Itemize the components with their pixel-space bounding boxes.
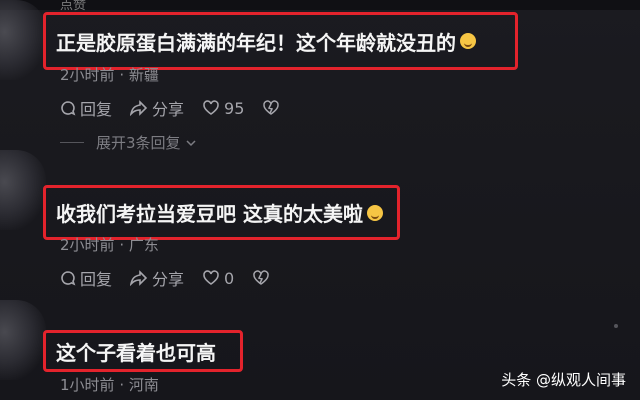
comment-1-actions: 回复 分享 95 [60,96,302,120]
comment-1-location: 新疆 [128,66,159,84]
comment-3-meta: 1小时前 · 河南 [60,376,159,394]
reply-icon [61,271,76,286]
avatar[interactable] [0,150,46,230]
like-count: 95 [224,98,245,118]
watermark: 头条 @纵观人间事 [501,371,626,389]
comment-2-text: 收我们考拉当爱豆吧 这真的太美啦 [56,202,363,226]
smile-icon [366,204,383,221]
comment-2-meta: 2小时前 · 广东 [60,236,159,254]
comment-2-location: 广东 [128,236,159,254]
heart-icon [203,100,219,115]
comment-3-text: 这个子看着也可高 [56,340,216,365]
divider [60,142,84,143]
dislike-button[interactable] [262,100,284,116]
scroll-indicator-dot [614,324,618,328]
comment-1-meta: 2小时前 · 新疆 [60,66,159,84]
avatar[interactable] [0,300,46,380]
comment-2-actions: 回复 分享 0 [60,266,292,290]
chevron-down-icon [186,139,196,146]
like-button[interactable]: 0 [202,269,234,288]
share-label: 分享 [152,100,185,119]
share-label: 分享 [152,270,185,289]
share-icon [130,270,148,286]
reply-label: 回复 [80,100,113,119]
dislike-button[interactable] [252,270,274,286]
expand-replies-label: 展开3条回复 [96,134,181,152]
comment-3-text-box: 这个子看着也可高 [43,330,243,372]
share-button[interactable]: 分享 [130,96,184,120]
reply-button[interactable]: 回复 [60,266,112,290]
avatar[interactable] [0,0,46,80]
comment-3-time: 1小时前 [60,376,115,394]
comment-2-text-box: 收我们考拉当爱豆吧 这真的太美啦 [43,185,400,240]
heart-icon [203,270,219,285]
top-partial-row: 点赞 [0,0,640,13]
comment-1-time: 2小时前 [60,66,115,84]
like-button[interactable]: 95 [202,99,244,118]
broken-heart-icon [253,270,269,285]
reply-button[interactable]: 回复 [60,96,112,120]
share-button[interactable]: 分享 [130,266,184,290]
comment-3-location: 河南 [128,376,159,394]
reply-icon [61,101,76,116]
laughing-tears-icon [460,33,476,49]
broken-heart-icon [263,100,280,115]
expand-replies-button[interactable]: 展开3条回复 [60,132,197,153]
like-count: 0 [224,268,235,288]
comment-2-time: 2小时前 [60,236,115,254]
comment-1-text: 正是胶原蛋白满满的年纪！这个年龄就没丑的 [56,30,456,55]
comment-1-text-box: 正是胶原蛋白满满的年纪！这个年龄就没丑的 [43,12,518,70]
share-icon [130,100,148,116]
reply-label: 回复 [80,270,113,289]
